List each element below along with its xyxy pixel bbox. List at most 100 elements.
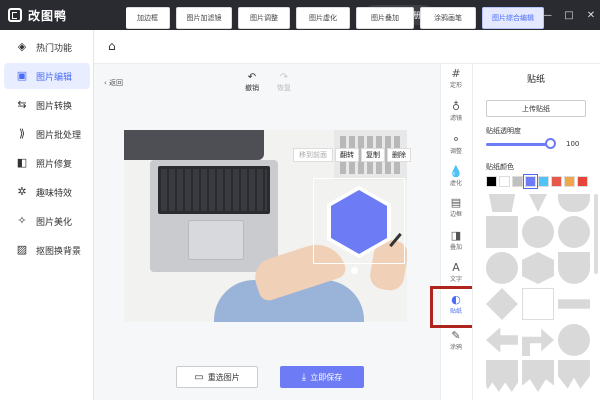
sidebar-item-label: 趣味特效 [36,188,73,199]
sticker-item[interactable] [522,252,554,284]
save-label: 立即保存 [310,372,343,382]
sticker-item[interactable] [522,360,554,392]
sticker-item[interactable] [486,252,518,284]
tool-text[interactable]: A 文字 [440,262,472,284]
tool-label: 边框 [449,211,462,218]
sticker-selection-box [313,178,405,264]
sticker-item[interactable] [558,216,590,248]
convert-icon: ⇆ [17,98,27,111]
sidebar-item-hot[interactable]: ◈ 热门功能 [4,34,90,60]
color-swatch[interactable] [523,174,538,189]
save-button[interactable]: ⤓ 立即保存 [280,366,364,388]
tool-label: 定形 [449,82,462,89]
color-label: 贴纸颜色 [486,163,514,171]
sticker-item[interactable] [486,327,518,353]
download-icon: ⤓ [301,371,307,383]
color-swatch[interactable] [499,176,510,187]
sidebar-item-label: 图片美化 [36,217,73,228]
sticker-item[interactable] [522,216,554,248]
reselect-image-button[interactable]: ▭ 重选图片 [176,366,258,388]
back-button[interactable]: ‹ 返回 [104,78,123,88]
color-swatch[interactable] [512,176,523,187]
sidebar-item-repair[interactable]: ◧ 照片修复 [4,150,90,176]
maximize-icon[interactable]: □ [562,8,576,22]
sidebar-item-label: 照片修复 [36,159,73,170]
sticker-item[interactable] [486,216,518,248]
tool-border[interactable]: ▤ 边框 [440,197,472,219]
bring-forward-button[interactable]: 移到前面 [293,148,333,162]
upload-sticker-button[interactable]: 上传贴纸 [486,100,586,117]
undo-button[interactable]: ↶ 撤销 [240,72,264,93]
sticker-item[interactable] [558,252,590,284]
blur-icon: 💧 [449,165,463,178]
sidebar-item-convert[interactable]: ⇆ 图片转换 [4,92,90,118]
tool-filter[interactable]: ♁ 滤镜 [440,101,472,123]
sidebar-item-batch[interactable]: ⟫ 图片批处理 [4,121,90,147]
opacity-slider[interactable] [486,143,552,146]
sticker-item[interactable] [558,194,590,212]
tool-label: 虚化 [449,180,462,187]
back-label: 返回 [109,79,124,87]
tab-add-border[interactable]: 加边框 [126,7,170,29]
sticker-item[interactable] [486,194,518,212]
color-swatch[interactable] [551,176,562,187]
panel-scrollbar[interactable] [594,194,598,274]
tab-overlay[interactable]: 图片叠加 [356,7,414,29]
undo-icon: ↶ [247,72,257,83]
tool-brush[interactable]: ✎ 涂鸦 [440,329,472,352]
sidebar-item-image-edit[interactable]: ▣ 图片编辑 [4,63,90,89]
color-swatch[interactable] [486,176,497,187]
delete-button[interactable]: 删除 [387,148,411,162]
tool-shape[interactable]: # 定形 [440,68,472,90]
sidebar: ◈ 热门功能 ▣ 图片编辑 ⇆ 图片转换 ⟫ 图片批处理 ◧ 照片修复 ✲ 趣味… [0,30,94,400]
color-swatch[interactable] [564,176,575,187]
sticker-item[interactable] [522,194,554,212]
tool-adjust[interactable]: ⚬ 调整 [440,133,472,156]
sticker-item[interactable] [486,360,518,392]
redo-icon: ↷ [279,72,289,83]
flip-button[interactable]: 翻转 [335,148,359,162]
sidebar-item-beautify[interactable]: ✧ 图片美化 [4,208,90,234]
tool-label: 文字 [449,276,462,283]
sidebar-item-cutout[interactable]: ▨ 抠图换背景 [4,237,90,263]
effects-icon: ✲ [17,185,27,198]
sidebar-item-label: 图片批处理 [36,130,82,141]
tool-label: 涂鸦 [449,344,462,351]
cube-icon: ◈ [17,40,27,53]
home-icon[interactable]: ⌂ [108,39,116,53]
repair-icon: ◧ [16,156,28,169]
color-swatch[interactable] [538,176,549,187]
tab-comprehensive-edit[interactable]: 图片综合编辑 [482,7,544,29]
adjust-icon: ⚬ [451,133,461,146]
rotate-handle[interactable] [351,267,358,274]
batch-icon: ⟫ [18,127,26,140]
sticker-item[interactable] [558,324,590,356]
sticker-item[interactable] [522,328,554,356]
sticker-item[interactable] [486,288,518,320]
color-swatch[interactable] [577,176,588,187]
sticker-item[interactable] [558,360,590,389]
sidebar-item-label: 图片转换 [36,101,73,112]
tab-filter[interactable]: 图片加滤镜 [176,7,232,29]
sticker-item[interactable] [522,288,554,320]
redo-button[interactable]: ↷ 恢复 [272,72,296,93]
tab-blur[interactable]: 图片虚化 [296,7,350,29]
photo-trackpad [188,220,244,260]
tool-overlay[interactable]: ◨ 叠加 [440,230,472,252]
beautify-icon: ✧ [17,214,27,227]
photo-laptop-lid [124,130,264,160]
close-icon[interactable]: ✕ [584,8,598,22]
opacity-slider-thumb[interactable] [545,138,556,149]
sidebar-item-effects[interactable]: ✲ 趣味特效 [4,179,90,205]
brush-icon: ✎ [451,329,461,342]
tab-adjust[interactable]: 图片调整 [238,7,290,29]
tool-blur[interactable]: 💧 虚化 [440,165,472,188]
sticker-grid [478,194,594,400]
copy-button[interactable]: 复制 [361,148,385,162]
photo-keyboard [158,166,270,214]
panel-title: 贴纸 [526,75,545,85]
tab-doodle[interactable]: 涂鸦画笔 [420,7,476,29]
image-edit-icon: ▣ [16,69,28,82]
sticker-item[interactable] [558,299,590,309]
sidebar-item-label: 热门功能 [36,43,73,54]
